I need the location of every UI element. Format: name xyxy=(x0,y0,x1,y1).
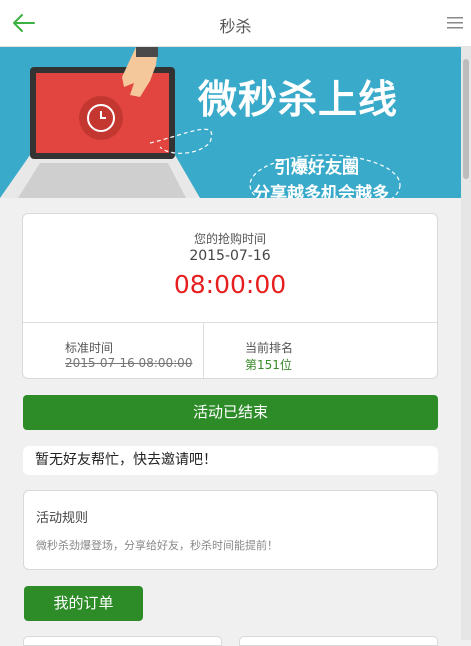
rank-suffix: 位 xyxy=(279,358,292,372)
rules-title: 活动规则 xyxy=(36,511,89,526)
purchase-date: 2015-07-16 xyxy=(189,248,271,264)
banner-line1: 引爆好友圈 xyxy=(274,158,359,178)
scrollbar-thumb[interactable] xyxy=(463,59,469,179)
banner-headline: 微秒杀上线 xyxy=(198,78,399,123)
promo-banner[interactable]: 微秒杀上线 引爆好友圈 分享越多机会越多 xyxy=(0,47,461,198)
activity-ended-button[interactable]: 活动已结束 xyxy=(23,395,438,430)
divider xyxy=(203,322,204,378)
standard-time-value: 2015-07-16 08:00:00 xyxy=(65,356,193,370)
my-orders-button[interactable]: 我的订单 xyxy=(24,586,143,621)
scrollbar[interactable] xyxy=(461,47,471,640)
page-title: 秒杀 xyxy=(219,17,252,36)
hamburger-menu-icon[interactable] xyxy=(447,16,463,30)
divider xyxy=(23,322,437,323)
rank-value: 第151位 xyxy=(245,356,292,373)
purchase-time-label: 您的抢购时间 xyxy=(193,232,266,246)
top-bar: 秒杀 xyxy=(0,0,471,47)
friend-help-notice: 暂无好友帮忙，快去邀请吧！ xyxy=(23,446,438,475)
banner-line2: 分享越多机会越多 xyxy=(253,184,389,198)
rank-prefix: 第 xyxy=(245,358,258,372)
rank-number: 151 xyxy=(257,358,280,372)
rules-card: 活动规则 微秒杀劲爆登场，分享给好友，秒杀时间能提前！ xyxy=(23,490,438,570)
list-item[interactable] xyxy=(239,636,438,646)
purchase-time: 08:00:00 xyxy=(173,270,287,299)
purchase-time-card: 您的抢购时间 2015-07-16 08:00:00 标准时间 2015-07-… xyxy=(22,213,438,379)
rank-label: 当前排名 xyxy=(245,341,294,355)
list-item[interactable] xyxy=(23,636,222,646)
rules-text: 微秒杀劲爆登场，分享给好友，秒杀时间能提前！ xyxy=(36,539,278,552)
standard-time-label: 标准时间 xyxy=(65,341,114,355)
